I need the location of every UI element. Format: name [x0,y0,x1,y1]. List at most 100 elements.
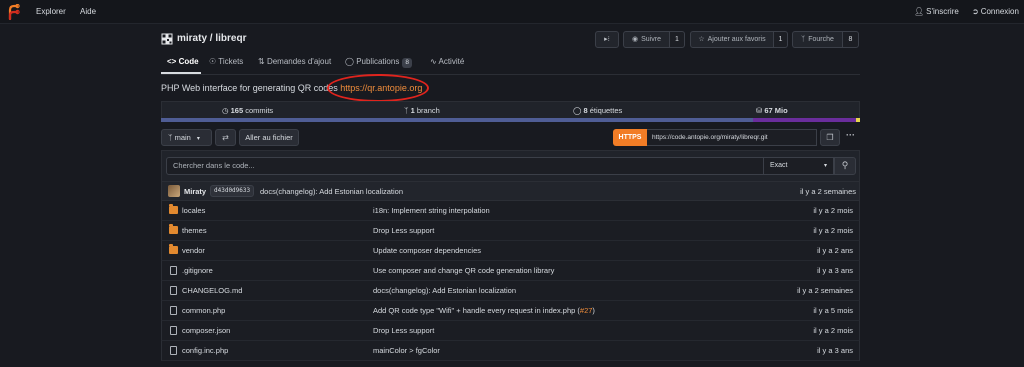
search-button[interactable]: ⚲ [834,157,856,175]
branch-selector[interactable]: ᛉ main ▾ [161,129,212,146]
file-commit-message[interactable]: docs(changelog): Add Estonian localizati… [373,286,516,295]
language-segment-less[interactable] [753,118,856,122]
size-stat: ⛁ 67 Mio [756,106,788,115]
tab-pulls[interactable]: ⇅ Demandes d'ajout [258,57,331,66]
commit-message[interactable]: docs(changelog): Add Estonian localizati… [260,187,403,196]
file-name[interactable]: themes [182,226,207,235]
file-time: il y a 2 mois [813,206,853,215]
file-commit-message[interactable]: Drop Less support [373,326,434,335]
tab-activity[interactable]: ∿ Activité [430,57,464,66]
repo-title[interactable]: miraty / libreqr [161,33,246,44]
kebab-menu-icon: ··· [846,130,855,140]
file-time: il y a 2 semaines [797,286,853,295]
file-row[interactable]: themes Drop Less support il y a 2 mois [161,221,860,241]
file-name[interactable]: common.php [182,306,225,315]
sign-in-icon: ➲ [972,7,979,16]
star-count[interactable]: 1 [773,31,788,48]
commits-stat[interactable]: ◷ 165 commits [222,106,273,115]
search-mode-select[interactable]: Exact ▾ [764,157,834,175]
file-row[interactable]: locales i18n: Implement string interpola… [161,201,860,221]
language-segment-other[interactable] [856,118,860,122]
tab-issues[interactable]: ☉ Tickets [209,57,243,66]
go-to-file-button[interactable]: Aller au fichier [239,129,299,146]
nav-help-link[interactable]: Aide [80,7,96,16]
file-icon [170,286,177,295]
login-link[interactable]: ➲ Connexion [972,7,1019,16]
rss-button[interactable]: ▸⁝ [595,31,619,48]
top-navbar: Explorer Aide 👤︎ S'inscrire ➲ Connexion [0,0,1024,24]
language-segment-php[interactable] [161,118,753,122]
pull-request-icon: ⇅ [258,57,267,66]
file-commit-message[interactable]: mainColor > fgColor [373,346,440,355]
releases-count-badge: 8 [402,58,412,68]
chevron-down-icon: ▾ [823,163,827,169]
language-bar[interactable] [161,118,860,122]
file-commit-message[interactable]: Update composer dependencies [373,246,481,255]
file-time: il y a 3 ans [817,266,853,275]
fork-button[interactable]: ᛉ Fourche [792,31,843,48]
file-time: il y a 2 mois [813,226,853,235]
file-name[interactable]: vendor [182,246,205,255]
file-time: il y a 2 mois [813,326,853,335]
file-time: il y a 3 ans [817,346,853,355]
compare-button[interactable]: ⇄ [215,129,236,146]
watch-button[interactable]: ◉ Suivre [623,31,670,48]
chevron-down-icon: ▾ [196,136,200,142]
commit-author[interactable]: Miraty [184,187,206,196]
file-name[interactable]: .gitignore [182,266,213,275]
watch-count[interactable]: 1 [669,31,685,48]
fork-count[interactable]: 8 [842,31,859,48]
file-commit-message[interactable]: i18n: Implement string interpolation [373,206,490,215]
eye-icon: ◉ [632,36,639,43]
user-plus-icon: 👤︎ [914,7,925,16]
file-name[interactable]: config.inc.php [182,346,228,355]
star-icon: ☆ [698,36,705,43]
branches-stat[interactable]: ᛉ 1 branch [404,106,440,115]
file-time: il y a 5 mois [813,306,853,315]
tags-stat[interactable]: ◯ 8 étiquettes [573,106,622,115]
code-icon: <> [167,57,179,66]
file-name[interactable]: locales [182,206,205,215]
forgejo-logo-icon[interactable] [6,4,20,20]
red-highlight-circle [327,74,429,102]
nav-explore-link[interactable]: Explorer [36,7,66,16]
file-icon [170,346,177,355]
file-row[interactable]: .gitignore Use composer and change QR co… [161,261,860,281]
repo-stats-bar: ◷ 165 commits ᛉ 1 branch ◯ 8 étiquettes … [161,101,860,118]
branch-icon: ᛉ [404,106,411,115]
issue-reference-link[interactable]: #27 [580,306,593,315]
tag-icon: ◯ [573,106,584,115]
file-row[interactable]: composer.json Drop Less support il y a 2… [161,321,860,341]
rss-icon: ▸⁝ [604,36,610,43]
file-commit-message[interactable]: Use composer and change QR code generati… [373,266,554,275]
file-commit-message[interactable]: Add QR code type "Wifi" + handle every r… [373,306,595,315]
tab-releases[interactable]: ◯ Publications 8 [345,57,412,68]
compare-icon: ⇄ [222,133,229,142]
file-row[interactable]: common.php Add QR code type "Wifi" + han… [161,301,860,321]
file-commit-message[interactable]: Drop Less support [373,226,434,235]
file-icon [170,326,177,335]
file-time: il y a 2 ans [817,246,853,255]
copy-url-button[interactable]: ❐ [820,129,840,146]
file-row[interactable]: config.inc.php mainColor > fgColor il y … [161,341,860,361]
more-options-button[interactable]: ··· [841,129,860,146]
signup-link[interactable]: 👤︎ S'inscrire [914,7,959,16]
branch-icon: ᛉ [168,133,175,142]
file-list: locales i18n: Implement string interpola… [161,201,860,367]
tab-code[interactable]: <> Code [167,57,199,66]
file-name[interactable]: CHANGELOG.md [182,286,242,295]
star-button[interactable]: ☆ Ajouter aux favoris [690,31,774,48]
commit-sha[interactable]: d43d0d9633 [210,185,255,197]
search-icon: ⚲ [841,160,849,170]
code-search-input[interactable]: Chercher dans le code... [166,157,764,175]
https-clone-button[interactable]: HTTPS [613,129,647,146]
avatar[interactable] [168,185,180,197]
tabs-divider [161,74,860,75]
tag-icon: ◯ [345,57,357,66]
clone-url-field[interactable]: https://code.antopie.org/miraty/libreqr.… [647,129,817,146]
commit-time: il y a 2 semaines [800,187,856,196]
fork-icon: ᛉ [801,36,806,43]
file-name[interactable]: composer.json [182,326,230,335]
file-row[interactable]: CHANGELOG.md docs(changelog): Add Estoni… [161,281,860,301]
file-row[interactable]: vendor Update composer dependencies il y… [161,241,860,261]
